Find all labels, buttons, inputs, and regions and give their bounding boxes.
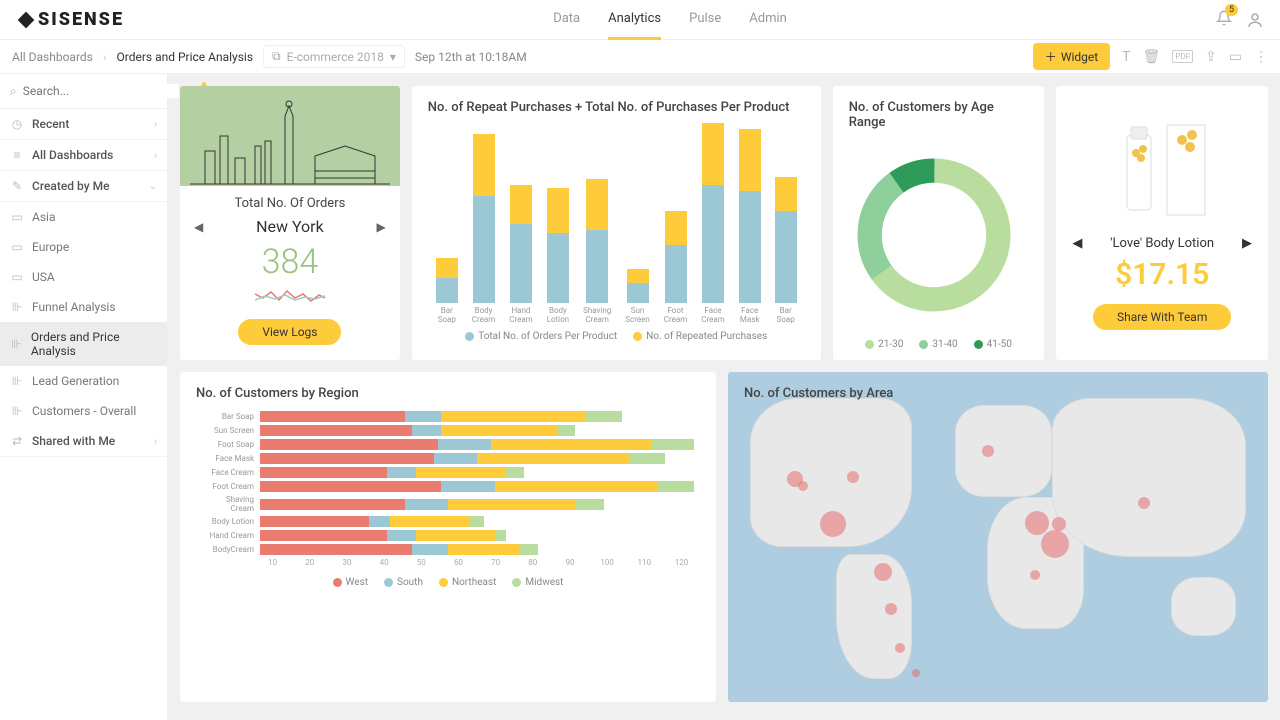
card-total-orders: Total No. Of Orders ◀ New York ▶ 384 Vie…: [180, 86, 400, 360]
view-logs-button[interactable]: View Logs: [238, 319, 341, 345]
donut-chart: [849, 150, 1019, 320]
chevron-right-icon: ›: [103, 50, 107, 64]
label: Orders and Price Analysis: [31, 330, 157, 358]
nav-data[interactable]: Data: [553, 0, 580, 40]
label: USA: [32, 270, 55, 284]
chart-icon: ⊪: [10, 300, 24, 314]
breadcrumb-current[interactable]: Orders and Price Analysis: [116, 50, 253, 64]
legend-repeat: No. of Repeated Purchases: [633, 331, 767, 342]
label: Shared with Me: [32, 434, 115, 448]
city-name: New York: [256, 217, 324, 236]
card-title: No. of Customers by Area: [744, 386, 893, 401]
label: Lead Generation: [32, 374, 119, 388]
card-region: No. of Customers by Region Bar SoapSun S…: [180, 372, 716, 702]
widget-btn-label: Widget: [1061, 50, 1098, 64]
card-title: No. of Customers by Age Range: [849, 100, 1029, 130]
card-area-map: No. of Customers by Area: [728, 372, 1268, 702]
next-product-button[interactable]: ▶: [1242, 236, 1252, 251]
legend-21-30: 21-30: [865, 339, 903, 350]
sidebar-recent[interactable]: ◷Recent›: [0, 109, 167, 140]
chart-icon: ⊪: [10, 404, 24, 418]
prev-city-button[interactable]: ◀: [194, 220, 203, 234]
notifications-icon[interactable]: 5: [1216, 10, 1232, 29]
user-icon[interactable]: [1246, 11, 1264, 29]
share-icon[interactable]: ⇪: [1205, 49, 1217, 65]
chart-icon: ⊪: [10, 337, 23, 351]
sidebar-shared[interactable]: ⇄Shared with Me›: [0, 426, 167, 457]
sidebar-created[interactable]: ✎Created by Me⌄: [0, 171, 167, 202]
sidebar-item-usa[interactable]: ▭ USA: [0, 262, 167, 292]
search-input[interactable]: [23, 84, 179, 98]
trash-icon[interactable]: 🗑: [1143, 49, 1161, 65]
label: Recent: [32, 117, 69, 131]
list-icon: ≡: [10, 148, 24, 162]
card-title: No. of Repeat Purchases + Total No. of P…: [428, 100, 805, 115]
card-title: No. of Customers by Region: [196, 386, 700, 401]
label: Asia: [32, 210, 55, 224]
legend-total: Total No. of Orders Per Product: [465, 331, 617, 342]
fullscreen-icon[interactable]: ▭: [1229, 49, 1242, 65]
sidebar: ⌕ ✉ + ⋮ ◷Recent› ≡All Dashboards› ✎Creat…: [0, 74, 168, 720]
label: Created by Me: [32, 179, 110, 193]
folder-icon: ▭: [10, 270, 24, 284]
sidebar-item-funnel-analysis[interactable]: ⊪ Funnel Analysis: [0, 292, 167, 322]
sidebar-item-customers---overall[interactable]: ⊪ Customers - Overall: [0, 396, 167, 426]
product-image: [1072, 100, 1252, 230]
label: All Dashboards: [32, 148, 113, 162]
bar-chart: BarSoapBodyCreamHandCreamBodyLotionShavi…: [428, 125, 805, 325]
text-icon[interactable]: T: [1122, 49, 1130, 65]
clock-icon: ◷: [10, 117, 24, 131]
orders-value: 384: [194, 242, 386, 282]
world-map[interactable]: [728, 372, 1268, 702]
filter-pill[interactable]: ⧉ E-commerce 2018 ▾: [263, 45, 405, 68]
product-name: 'Love' Body Lotion: [1110, 236, 1214, 251]
card-age-donut: No. of Customers by Age Range 21-30 31-4…: [833, 86, 1045, 360]
share-team-button[interactable]: Share With Team: [1093, 304, 1231, 330]
legend-41-50: 41-50: [974, 339, 1012, 350]
add-widget-button[interactable]: ＋ Widget: [1033, 43, 1110, 70]
folder-icon: ▭: [10, 240, 24, 254]
more-icon[interactable]: ⋮: [1254, 49, 1268, 65]
top-nav: Data Analytics Pulse Admin: [553, 0, 787, 40]
card-purchases-bar: No. of Repeat Purchases + Total No. of P…: [412, 86, 821, 360]
skyline-image: [180, 86, 400, 186]
sidebar-item-europe[interactable]: ▭ Europe: [0, 232, 167, 262]
notif-badge: 5: [1225, 4, 1238, 16]
label: Europe: [32, 240, 69, 254]
sidebar-item-orders-and-price-analysis[interactable]: ⊪ Orders and Price Analysis: [0, 322, 167, 366]
legend-31-40: 31-40: [919, 339, 957, 350]
timestamp: Sep 12th at 10:18AM: [415, 50, 527, 64]
legend-northeast: Northeast: [439, 577, 496, 588]
card-product: ◀ 'Love' Body Lotion ▶ $17.15 Share With…: [1056, 86, 1268, 360]
sparkline: [255, 286, 325, 306]
pdf-icon[interactable]: PDF: [1172, 50, 1193, 63]
label: Funnel Analysis: [32, 300, 116, 314]
chart-icon: ⊪: [10, 374, 24, 388]
nav-pulse[interactable]: Pulse: [689, 0, 721, 40]
filter-label: E-commerce 2018: [287, 50, 384, 64]
sidebar-item-asia[interactable]: ▭ Asia: [0, 202, 167, 232]
legend-midwest: Midwest: [512, 577, 563, 588]
nav-admin[interactable]: Admin: [749, 0, 787, 40]
breadcrumb-root[interactable]: All Dashboards: [12, 50, 93, 64]
region-hbar-chart: Bar SoapSun ScreenFoot SoapFace MaskFace…: [196, 411, 700, 555]
user-icon: ✎: [10, 179, 24, 193]
sidebar-item-lead-generation[interactable]: ⊪ Lead Generation: [0, 366, 167, 396]
sidebar-all[interactable]: ≡All Dashboards›: [0, 140, 167, 171]
share-icon: ⇄: [10, 434, 24, 448]
legend-west: West: [333, 577, 368, 588]
product-price: $17.15: [1072, 257, 1252, 292]
prev-product-button[interactable]: ◀: [1072, 236, 1082, 251]
next-city-button[interactable]: ▶: [377, 220, 386, 234]
legend-south: South: [384, 577, 423, 588]
nav-analytics[interactable]: Analytics: [608, 0, 661, 40]
folder-icon: ▭: [10, 210, 24, 224]
card-title: Total No. Of Orders: [194, 196, 386, 211]
logo: SISENSE: [16, 9, 124, 30]
label: Customers - Overall: [32, 404, 136, 418]
search-icon: ⌕: [10, 84, 17, 99]
